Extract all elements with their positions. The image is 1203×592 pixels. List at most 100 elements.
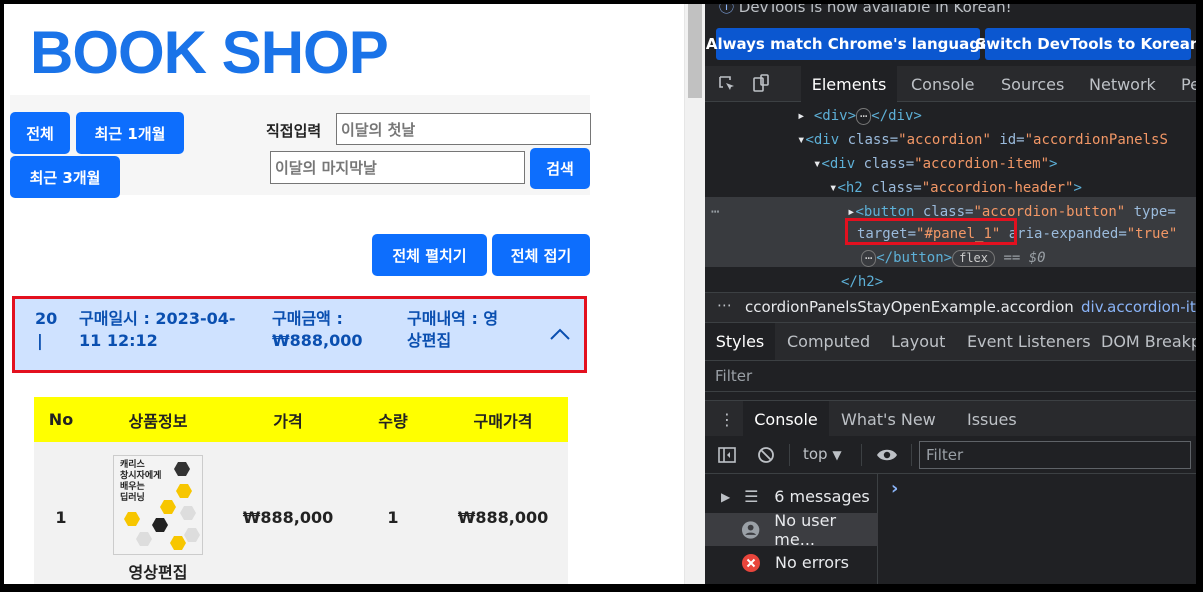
breadcrumb-item-accordion-item[interactable]: div.accordion-ite	[1081, 298, 1196, 316]
language-notice-text: ⓘ DevTools is now available in Korean!	[719, 4, 1012, 17]
drawer-menu-icon[interactable]: ⋮	[719, 401, 735, 437]
inspect-element-icon[interactable]	[717, 66, 745, 102]
tab-computed[interactable]: Computed	[787, 323, 870, 360]
drawer-tabs: ⋮ Console What's New Issues	[705, 400, 1196, 437]
table-header-row: No 상품정보 가격 수량 구매가격	[34, 397, 568, 442]
sidebar-item-errors[interactable]: No errors	[705, 546, 878, 579]
shop-logo[interactable]: BOOK SHOP	[30, 18, 389, 87]
collapse-all-button[interactable]: 전체 접기	[492, 234, 590, 276]
tab-event-listeners[interactable]: Event Listeners	[967, 323, 1091, 360]
styles-pane-tabs: Styles Computed Layout Event Listeners D…	[705, 322, 1196, 360]
chevron-up-icon[interactable]	[545, 319, 575, 349]
breadcrumb-more-icon[interactable]: ⋯	[717, 296, 732, 314]
match-language-button[interactable]: Always match Chrome's language	[706, 28, 990, 60]
switch-korean-button[interactable]: Switch DevTools to Korean	[975, 28, 1196, 60]
breadcrumb: ⋯ ccordionPanelsStayOpenExample.accordio…	[705, 292, 1196, 322]
order-items-table: No 상품정보 가격 수량 구매가격 1 캐리스 창시자에게 배우는 딥러닝 영…	[34, 397, 568, 584]
row-no: 1	[55, 507, 67, 527]
order-date-line2: 11 12:12	[79, 331, 158, 350]
order-amount-line2: ₩888,000	[272, 331, 363, 350]
col-header-price: 가격	[273, 411, 303, 431]
console-filter-input[interactable]: Filter	[919, 441, 1191, 469]
tab-layout[interactable]: Layout	[891, 323, 945, 360]
highlight-annotation-box	[845, 218, 1017, 245]
devtools-panel: ⓘ DevTools is now available in Korean! A…	[705, 4, 1196, 584]
tab-dom-breakpoints[interactable]: DOM Breakp	[1101, 323, 1196, 360]
info-icon: ⓘ	[719, 4, 735, 16]
expand-arrow-icon[interactable]: ▶	[721, 490, 730, 504]
col-header-product: 상품정보	[128, 411, 188, 431]
styles-filter-bar: Filter	[705, 360, 1196, 392]
tab-console[interactable]: Console	[911, 66, 975, 102]
user-messages-label: No user me...	[774, 510, 837, 549]
dom-line-accordion-header[interactable]: ▾<h2 class="accordion-header">	[829, 176, 1082, 200]
context-selector-value: top	[803, 445, 828, 463]
devtools-main-tabs: Elements Console Sources Network Pe	[705, 66, 1196, 102]
dom-line-accordion[interactable]: ▾<div class="accordion" id="accordionPan…	[797, 128, 1168, 152]
errors-label: No errors	[775, 553, 849, 572]
order-desc-line1: 구매내역 : 영	[407, 309, 499, 328]
dom-line-ellipsis: ⋯	[711, 204, 720, 220]
tab-sources[interactable]: Sources	[1001, 66, 1064, 102]
tab-styles[interactable]: Styles	[705, 323, 775, 360]
styles-filter-input[interactable]: Filter	[715, 367, 752, 385]
filter-1month-button[interactable]: 최근 1개월	[76, 112, 184, 154]
drawer-tab-issues[interactable]: Issues	[967, 401, 1017, 437]
order-date-line1: 구매일시 : 2023-04-	[79, 309, 236, 328]
messages-count-label: 6 messages	[774, 487, 870, 506]
filter-3month-button[interactable]: 최근 3개월	[10, 156, 120, 198]
book-cover-image[interactable]: 캐리스 창시자에게 배우는 딥러닝	[113, 455, 203, 555]
row-total: ₩888,000	[457, 507, 549, 527]
search-button[interactable]: 검색	[530, 148, 590, 189]
context-selector[interactable]: top ▼	[803, 445, 842, 463]
tab-network[interactable]: Network	[1089, 66, 1156, 102]
start-date-input[interactable]: 이달의 첫날	[336, 113, 591, 145]
direct-input-label: 직접입력	[266, 122, 322, 140]
tab-performance[interactable]: Pe	[1181, 66, 1196, 102]
book-cover-title: 캐리스 창시자에게 배우는 딥러닝	[120, 460, 162, 503]
dom-line-button-close[interactable]: ⋯ </button> flex == $0	[861, 246, 1046, 270]
screenshot-frame: BOOK SHOP 전체 최근 1개월 최근 3개월 직접입력 이달의 첫날 이…	[4, 4, 1196, 584]
breadcrumb-item-accordion[interactable]: ccordionPanelsStayOpenExample.accordion	[745, 298, 1074, 316]
order-amount-line1: 구매금액 :	[272, 309, 343, 328]
device-toolbar-icon[interactable]	[751, 66, 779, 102]
caret-down-icon: ▼	[832, 448, 842, 462]
sidebar-item-messages[interactable]: ▶ ☰ 6 messages	[705, 480, 878, 513]
dom-line-accordion-item[interactable]: ▾<div class="accordion-item">	[813, 152, 1057, 176]
console-prompt-icon[interactable]: ›	[891, 478, 898, 499]
console-sidebar: ▶ ☰ 6 messages No user me... No errors	[705, 474, 878, 584]
filter-all-button[interactable]: 전체	[10, 112, 70, 154]
order-id-line2: |	[37, 331, 43, 350]
user-icon	[741, 520, 760, 539]
order-id-line1: 20	[35, 309, 58, 328]
scrollbar-thumb[interactable]	[688, 4, 702, 98]
order-desc-line2: 상편집	[407, 331, 452, 350]
page-scrollbar[interactable]	[684, 4, 705, 584]
notice-message: DevTools is now available in Korean!	[738, 4, 1012, 16]
expand-all-button[interactable]: 전체 펼치기	[372, 234, 487, 276]
error-icon	[742, 553, 760, 572]
language-notice: ⓘ DevTools is now available in Korean! A…	[705, 4, 1196, 66]
dom-line-div[interactable]: ▸ <div> ⋯ </div>	[797, 104, 922, 128]
dom-line-h2-close[interactable]: </h2>	[841, 270, 883, 294]
clear-console-icon[interactable]	[756, 445, 776, 465]
eye-icon[interactable]	[875, 445, 899, 465]
elements-dom-tree: ▸ <div> ⋯ </div> ▾<div class="accordion" i…	[705, 102, 1196, 292]
drawer-tab-whats-new[interactable]: What's New	[841, 401, 936, 437]
order-accordion-header[interactable]: 20 | 구매일시 : 2023-04- 11 12:12 구매금액 : ₩88…	[12, 296, 587, 373]
flex-badge[interactable]: flex	[952, 250, 995, 267]
sidebar-toggle-icon[interactable]	[717, 445, 737, 465]
table-row: 1 캐리스 창시자에게 배우는 딥러닝 영상편집 ₩888,000 1 ₩888…	[34, 442, 568, 584]
row-product-name[interactable]: 영상편집	[129, 559, 188, 583]
book-shop-page: BOOK SHOP 전체 최근 1개월 최근 3개월 직접입력 이달의 첫날 이…	[4, 4, 684, 584]
row-product-cell: 캐리스 창시자에게 배우는 딥러닝 영상편집	[88, 442, 228, 584]
end-date-input[interactable]: 이달의 마지막날	[270, 151, 525, 184]
col-header-no: No	[48, 410, 74, 429]
list-icon: ☰	[744, 487, 759, 506]
row-qty: 1	[387, 507, 399, 527]
col-header-qty: 수량	[378, 411, 408, 431]
sidebar-item-user-messages[interactable]: No user me...	[705, 510, 878, 549]
col-header-total: 구매가격	[473, 411, 533, 431]
drawer-tab-console[interactable]: Console	[743, 401, 829, 437]
tab-elements[interactable]: Elements	[801, 66, 897, 102]
